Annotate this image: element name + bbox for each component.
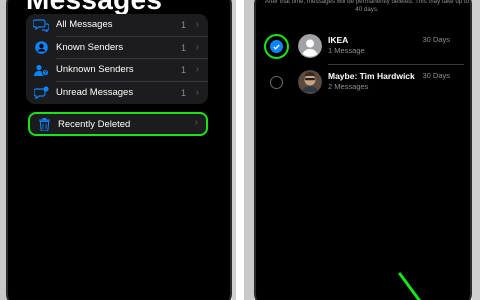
divider <box>328 63 464 64</box>
screenshot-stage: Messages All Messages 1 › Known Senders … <box>0 0 480 300</box>
filter-known-senders[interactable]: Known Senders 1 › <box>26 37 208 59</box>
filter-unread-messages[interactable]: Unread Messages 1 › <box>26 82 208 105</box>
filter-list: All Messages 1 › Known Senders 1 › ? Unk… <box>26 14 208 104</box>
conversation-name: Maybe: Tim Hardwick <box>328 71 415 81</box>
filter-count: 1 <box>180 42 186 53</box>
chevron-right-icon: › <box>195 64 199 75</box>
filter-unknown-senders[interactable]: ? Unknown Senders 1 › <box>26 59 208 82</box>
recently-deleted-label: Recently Deleted <box>58 118 131 130</box>
chevron-right-icon: › <box>195 86 199 98</box>
selection-checkbox[interactable] <box>270 76 283 89</box>
bubbles-icon <box>26 19 56 32</box>
phone-bezel <box>472 0 480 300</box>
filter-all-messages[interactable]: All Messages 1 › <box>26 14 208 37</box>
conversation-row-ikea[interactable]: IKEA 1 Message 30 Days <box>262 30 464 64</box>
trash-icon <box>30 117 58 131</box>
filter-count: 1 <box>180 65 186 75</box>
phone-bezel <box>244 0 254 300</box>
phone-bezel <box>232 0 236 300</box>
person-circle-icon <box>26 41 56 55</box>
svg-text:?: ? <box>43 70 46 76</box>
filter-count: 1 <box>180 20 186 30</box>
avatar <box>298 70 322 94</box>
chevron-right-icon: › <box>195 41 199 53</box>
filter-count: 1 <box>180 87 186 98</box>
conversation-row-tim-hardwick[interactable]: Maybe: Tim Hardwick 2 Messages 30 Days <box>262 66 464 100</box>
chevron-right-icon: › <box>194 117 198 128</box>
conversation-name: IKEA <box>328 35 349 45</box>
selection-checkbox[interactable] <box>270 40 283 53</box>
days-remaining: 30 Days <box>422 71 450 80</box>
annotation-arrow-line <box>398 272 422 300</box>
recently-deleted-button[interactable]: Recently Deleted › <box>28 112 208 136</box>
days-remaining: 30 Days <box>422 35 450 44</box>
conversation-count: 2 Messages <box>328 82 369 91</box>
chevron-right-icon: › <box>195 19 199 30</box>
deletion-notice: After that time, messages will be perman… <box>264 0 470 13</box>
avatar <box>298 34 322 58</box>
unread-bubble-icon <box>26 86 56 100</box>
checkmark-icon <box>273 44 280 50</box>
person-question-icon: ? <box>26 64 56 77</box>
conversation-count: 1 Message <box>328 46 365 55</box>
